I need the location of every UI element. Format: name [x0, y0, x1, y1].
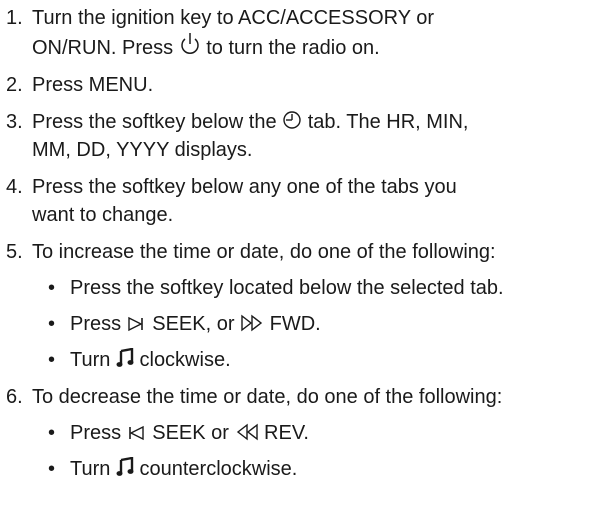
- step-5: 5. To increase the time or date, do one …: [0, 238, 601, 266]
- step-number: 6.: [6, 386, 23, 408]
- step-text: MM, DD, YYYY displays.: [32, 139, 253, 161]
- clock-icon: [282, 110, 302, 130]
- music-note-icon: [116, 348, 134, 368]
- bullet: •: [48, 277, 56, 299]
- bullet-text: Press: [70, 313, 127, 335]
- bullet: •: [48, 313, 56, 335]
- bullet-text: REV.: [258, 422, 309, 444]
- bullet-item: • Turn clockwise.: [0, 346, 601, 374]
- bullet: •: [48, 458, 56, 480]
- step-text: Press MENU.: [32, 74, 154, 96]
- bullet: •: [48, 349, 56, 371]
- step-3: 3. Press the softkey below the tab. The …: [0, 108, 601, 164]
- step-1: 1. Turn the ignition key to ACC/ACCESSOR…: [0, 4, 601, 62]
- bullet-text: SEEK, or: [146, 313, 241, 335]
- instruction-list: 1. Turn the ignition key to ACC/ACCESSOR…: [0, 0, 601, 483]
- bullet-text: counterclockwise.: [133, 458, 298, 480]
- step-number: 4.: [6, 176, 23, 198]
- bullet-text: Turn: [70, 349, 116, 371]
- fast-forward-icon: [240, 314, 264, 332]
- bullet: •: [48, 422, 56, 444]
- bullet-text: Press the softkey located below the sele…: [70, 277, 504, 299]
- step-number: 2.: [6, 74, 23, 96]
- bullet-item: • Turn counterclockwise.: [0, 455, 601, 483]
- bullet-item: • Press SEEK, or FWD.: [0, 310, 601, 338]
- step-2: 2. Press MENU.: [0, 71, 601, 99]
- step-6: 6. To decrease the time or date, do one …: [0, 383, 601, 411]
- step-text: Press the softkey below the: [32, 111, 283, 133]
- bullet-text: Turn: [70, 458, 116, 480]
- music-note-icon: [116, 457, 134, 477]
- rewind-icon: [235, 423, 259, 441]
- bullet-text: clockwise.: [133, 349, 231, 371]
- step-text: Press the softkey below any one of the t…: [32, 176, 457, 198]
- bullet-text: FWD.: [264, 313, 321, 335]
- seek-back-icon: [127, 425, 147, 441]
- bullet-item: • Press the softkey located below the se…: [0, 274, 601, 302]
- step-text: To increase the time or date, do one of …: [32, 241, 496, 263]
- step-text: to turn the radio on.: [200, 37, 380, 59]
- step-text: ON/RUN. Press: [32, 37, 179, 59]
- step-number: 1.: [6, 7, 23, 29]
- bullet-item: • Press SEEK or REV.: [0, 419, 601, 447]
- bullet-text: SEEK or: [146, 422, 235, 444]
- step-4: 4. Press the softkey below any one of th…: [0, 173, 601, 229]
- step-number: 5.: [6, 241, 23, 263]
- step-text: Turn the ignition key to ACC/ACCESSORY o…: [32, 7, 435, 29]
- bullet-text: Press: [70, 422, 127, 444]
- step-text: To decrease the time or date, do one of …: [32, 386, 503, 408]
- step-text: want to change.: [32, 204, 174, 226]
- seek-forward-icon: [127, 316, 147, 332]
- step-text: tab. The HR, MIN,: [302, 111, 469, 133]
- step-number: 3.: [6, 111, 23, 133]
- power-icon: [179, 32, 201, 56]
